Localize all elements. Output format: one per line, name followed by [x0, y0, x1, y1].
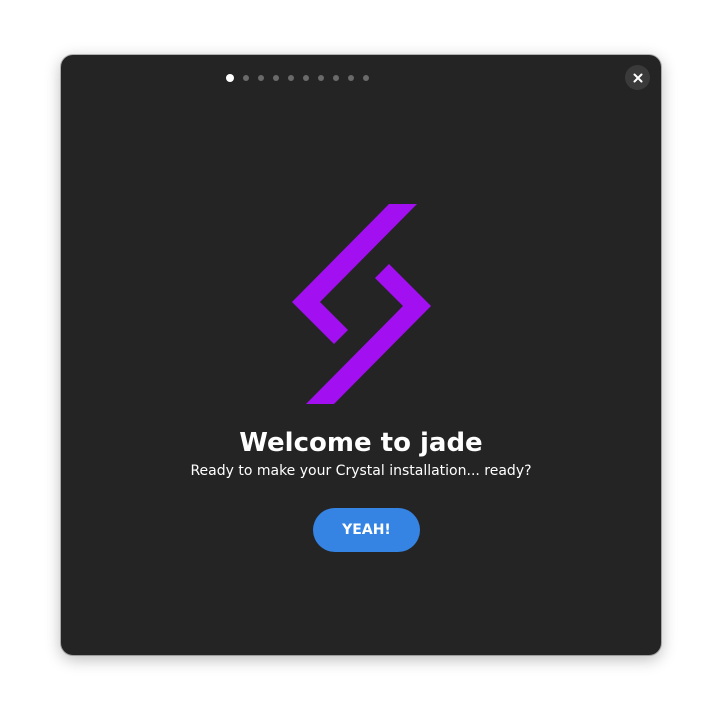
- close-button[interactable]: [625, 65, 650, 90]
- page-dot-2[interactable]: [242, 75, 249, 81]
- page-dot-8[interactable]: [332, 75, 339, 81]
- page-dot-7[interactable]: [317, 75, 324, 81]
- page-subtitle: Ready to make your Crystal installation.…: [190, 463, 532, 479]
- page-dot-1[interactable]: [225, 74, 234, 82]
- page-dot-5[interactable]: [287, 75, 294, 81]
- page-dot-10[interactable]: [362, 75, 369, 81]
- page-indicator: [61, 73, 661, 83]
- yeah-button[interactable]: YEAH!: [313, 508, 420, 552]
- page-dot-6[interactable]: [302, 75, 309, 81]
- page-dot-4[interactable]: [272, 75, 279, 81]
- close-icon: [633, 73, 643, 83]
- page-title: Welcome to jade: [239, 428, 483, 458]
- page-dot-3[interactable]: [257, 75, 264, 81]
- page-dot-9[interactable]: [347, 75, 354, 81]
- welcome-dialog: Welcome to jade Ready to make your Cryst…: [61, 55, 661, 655]
- jade-logo-icon: [290, 203, 432, 405]
